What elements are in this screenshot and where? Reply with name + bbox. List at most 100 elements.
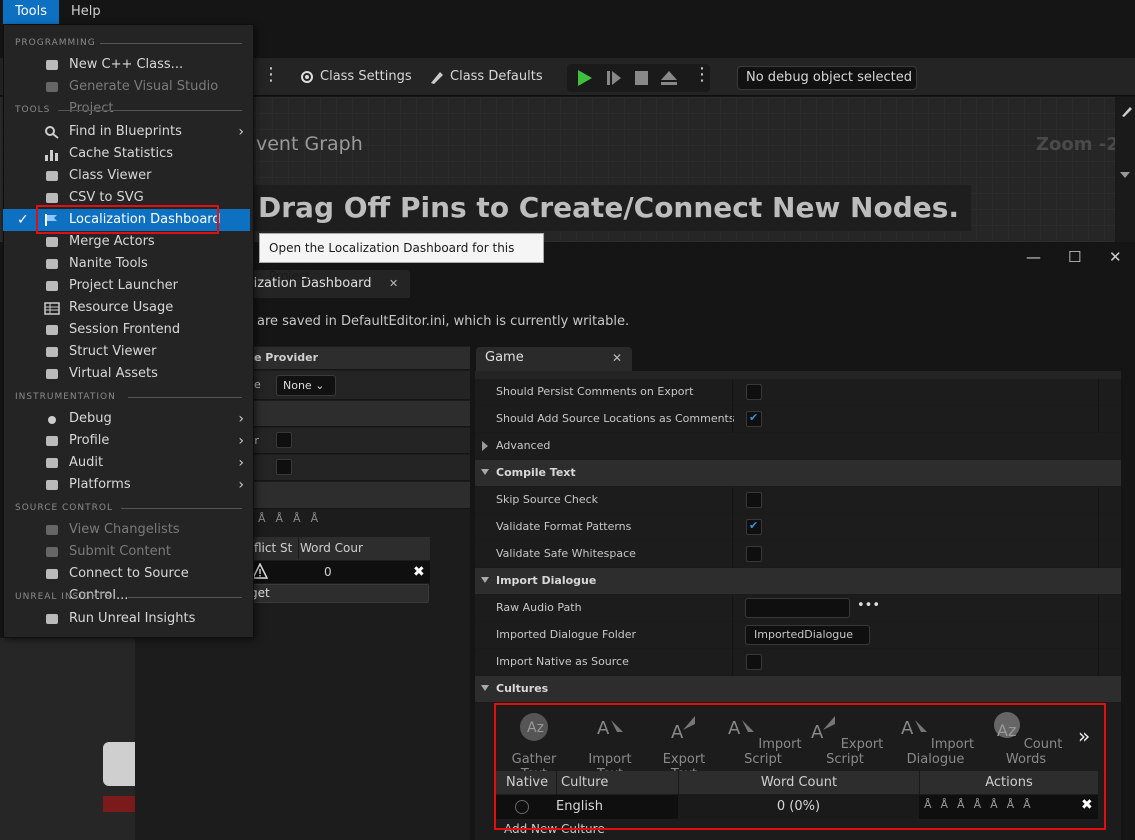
class-settings-button[interactable]: Class Settings (298, 66, 412, 88)
menu-help[interactable]: Help (59, 0, 113, 24)
menu-item-label: New C++ Class... (69, 57, 184, 72)
close-tab-icon[interactable]: ✕ (612, 347, 622, 369)
event-node-remnant (103, 796, 135, 812)
insights-icon (46, 614, 58, 624)
menu-item-label: Project Launcher (69, 278, 179, 293)
detail-label: Import Native as Source (496, 655, 629, 668)
warning-icon (252, 563, 268, 579)
bug-icon (48, 416, 56, 424)
menu-item-debug[interactable]: Debug › (3, 408, 250, 430)
maximize-icon[interactable]: ☐ (1068, 248, 1081, 266)
raw-audio-path-input[interactable] (745, 598, 850, 618)
visual-studio-icon (46, 82, 58, 92)
menu-item-label: Nanite Tools (69, 256, 148, 271)
step-icon[interactable] (605, 69, 623, 87)
advanced-row[interactable]: Advanced (475, 433, 1121, 460)
persist-comments-checkbox[interactable] (746, 384, 762, 400)
detail-row: Import Native as Source (475, 649, 1121, 676)
toolbar-options-icon[interactable]: ⋮ (262, 66, 280, 84)
menu-item-project-launcher[interactable]: Project Launcher (3, 275, 250, 297)
launcher-icon (46, 281, 58, 291)
collapse-arrow-icon (481, 685, 489, 691)
compile-text-category[interactable]: Compile Text (475, 460, 1121, 487)
menu-item-platforms[interactable]: Platforms › (3, 474, 250, 496)
collapse-arrow-icon[interactable] (1120, 172, 1130, 178)
menu-section-divider (121, 508, 242, 509)
debug-object-value: No debug object selected (746, 70, 913, 85)
menu-item-struct-viewer[interactable]: Struct Viewer (3, 341, 250, 363)
validate-whitespace-checkbox[interactable] (746, 546, 762, 562)
word-count-header: Word Cour (298, 537, 363, 559)
graph-title: vent Graph (256, 133, 363, 155)
import-dialogue-category[interactable]: Import Dialogue (475, 568, 1121, 595)
chevron-right-icon: › (238, 433, 244, 449)
table-icon (44, 302, 60, 315)
play-icon[interactable] (576, 69, 594, 87)
imported-dialogue-folder-input[interactable]: ImportedDialogue (745, 625, 870, 645)
detail-label: Imported Dialogue Folder (496, 628, 637, 641)
menu-item-run-unreal-insights[interactable]: Run Unreal Insights (3, 608, 250, 630)
menu-section-instrumentation: INSTRUMENTATION (15, 392, 116, 402)
skip-source-check-checkbox[interactable] (746, 492, 762, 508)
browse-icon[interactable]: ••• (857, 598, 880, 613)
class-settings-label: Class Settings (320, 69, 412, 84)
target-row[interactable]: 0 ✖ (240, 561, 430, 583)
close-window-icon[interactable]: ✕ (1109, 248, 1122, 266)
menu-item-new-c-class[interactable]: New C++ Class... (3, 54, 250, 76)
menu-tools[interactable]: Tools (3, 0, 60, 24)
class-defaults-label: Class Defaults (450, 69, 543, 84)
menu-item-profile[interactable]: Profile › (3, 430, 250, 452)
menu-item-label: Debug (69, 411, 112, 426)
eject-icon[interactable] (660, 69, 678, 87)
advanced-label: Advanced (496, 439, 551, 452)
close-tab-icon[interactable]: ✕ (389, 270, 398, 297)
menu-item-connect-to-source-control[interactable]: Connect to Source Control... (3, 563, 250, 603)
delete-target-icon[interactable]: ✖ (413, 561, 425, 583)
menu-item-merge-actors[interactable]: Merge Actors (3, 231, 250, 253)
menu-item-label: Cache Statistics (69, 146, 173, 161)
pencil-icon[interactable] (1120, 104, 1134, 118)
menu-item-label: Session Frontend (69, 322, 181, 337)
option-b-checkbox[interactable] (276, 459, 292, 475)
category-label: Compile Text (496, 466, 576, 479)
menu-item-virtual-assets[interactable]: Virtual Assets (3, 363, 250, 385)
menu-section-divider (128, 597, 242, 598)
game-tab[interactable]: Game ✕ (476, 347, 632, 371)
menu-item-find-in-blueprints[interactable]: Find in Blueprints › (3, 121, 250, 143)
localization-dashboard-tab[interactable]: alization Dashboard ✕ (242, 270, 410, 298)
detail-label: Should Persist Comments on Export (496, 385, 694, 398)
menu-item-cache-statistics[interactable]: Cache Statistics (3, 143, 250, 165)
menu-item-nanite-tools[interactable]: Nanite Tools (3, 253, 250, 275)
menu-item-label: Struct Viewer (69, 344, 157, 359)
add-target-button[interactable]: get (240, 584, 429, 603)
menu-item-label: Submit Content (69, 544, 171, 559)
stop-icon[interactable] (633, 69, 651, 87)
target-action-icons[interactable]: ÅÅÅÅ (258, 512, 328, 525)
session-icon (46, 325, 58, 335)
detail-label: Skip Source Check (496, 493, 599, 506)
menu-item-label: Resource Usage (69, 300, 174, 315)
menu-item-session-frontend[interactable]: Session Frontend (3, 319, 250, 341)
menu-item-audit[interactable]: Audit › (3, 452, 250, 474)
import-native-checkbox[interactable] (746, 654, 762, 670)
menu-item-class-viewer[interactable]: Class Viewer (3, 165, 250, 187)
validate-format-checkbox[interactable] (746, 519, 762, 535)
zoom-level: Zoom -2 (1036, 134, 1119, 155)
provider-select[interactable]: None ⌄ (276, 375, 336, 396)
class-defaults-button[interactable]: Class Defaults (428, 66, 543, 88)
detail-label: Validate Safe Whitespace (496, 547, 636, 560)
option-a-checkbox[interactable] (276, 432, 292, 448)
menu-section-divider (100, 43, 242, 44)
menu-item-resource-usage[interactable]: Resource Usage (3, 297, 250, 319)
debug-object-select[interactable]: No debug object selected ⌄ (737, 66, 917, 107)
menu-item-label: Profile (69, 433, 110, 448)
detail-label: Should Add Source Locations as Comments (496, 412, 735, 425)
minimize-icon[interactable]: — (1026, 248, 1041, 266)
chevron-right-icon: › (238, 477, 244, 493)
gear-icon (301, 70, 313, 83)
menu-section-divider (58, 110, 242, 111)
source-locations-checkbox[interactable] (746, 411, 762, 427)
menu-item-label: Find in Blueprints (69, 124, 182, 139)
play-options-icon[interactable]: ⋮ (693, 66, 711, 84)
cultures-category[interactable]: Cultures (475, 676, 1121, 703)
